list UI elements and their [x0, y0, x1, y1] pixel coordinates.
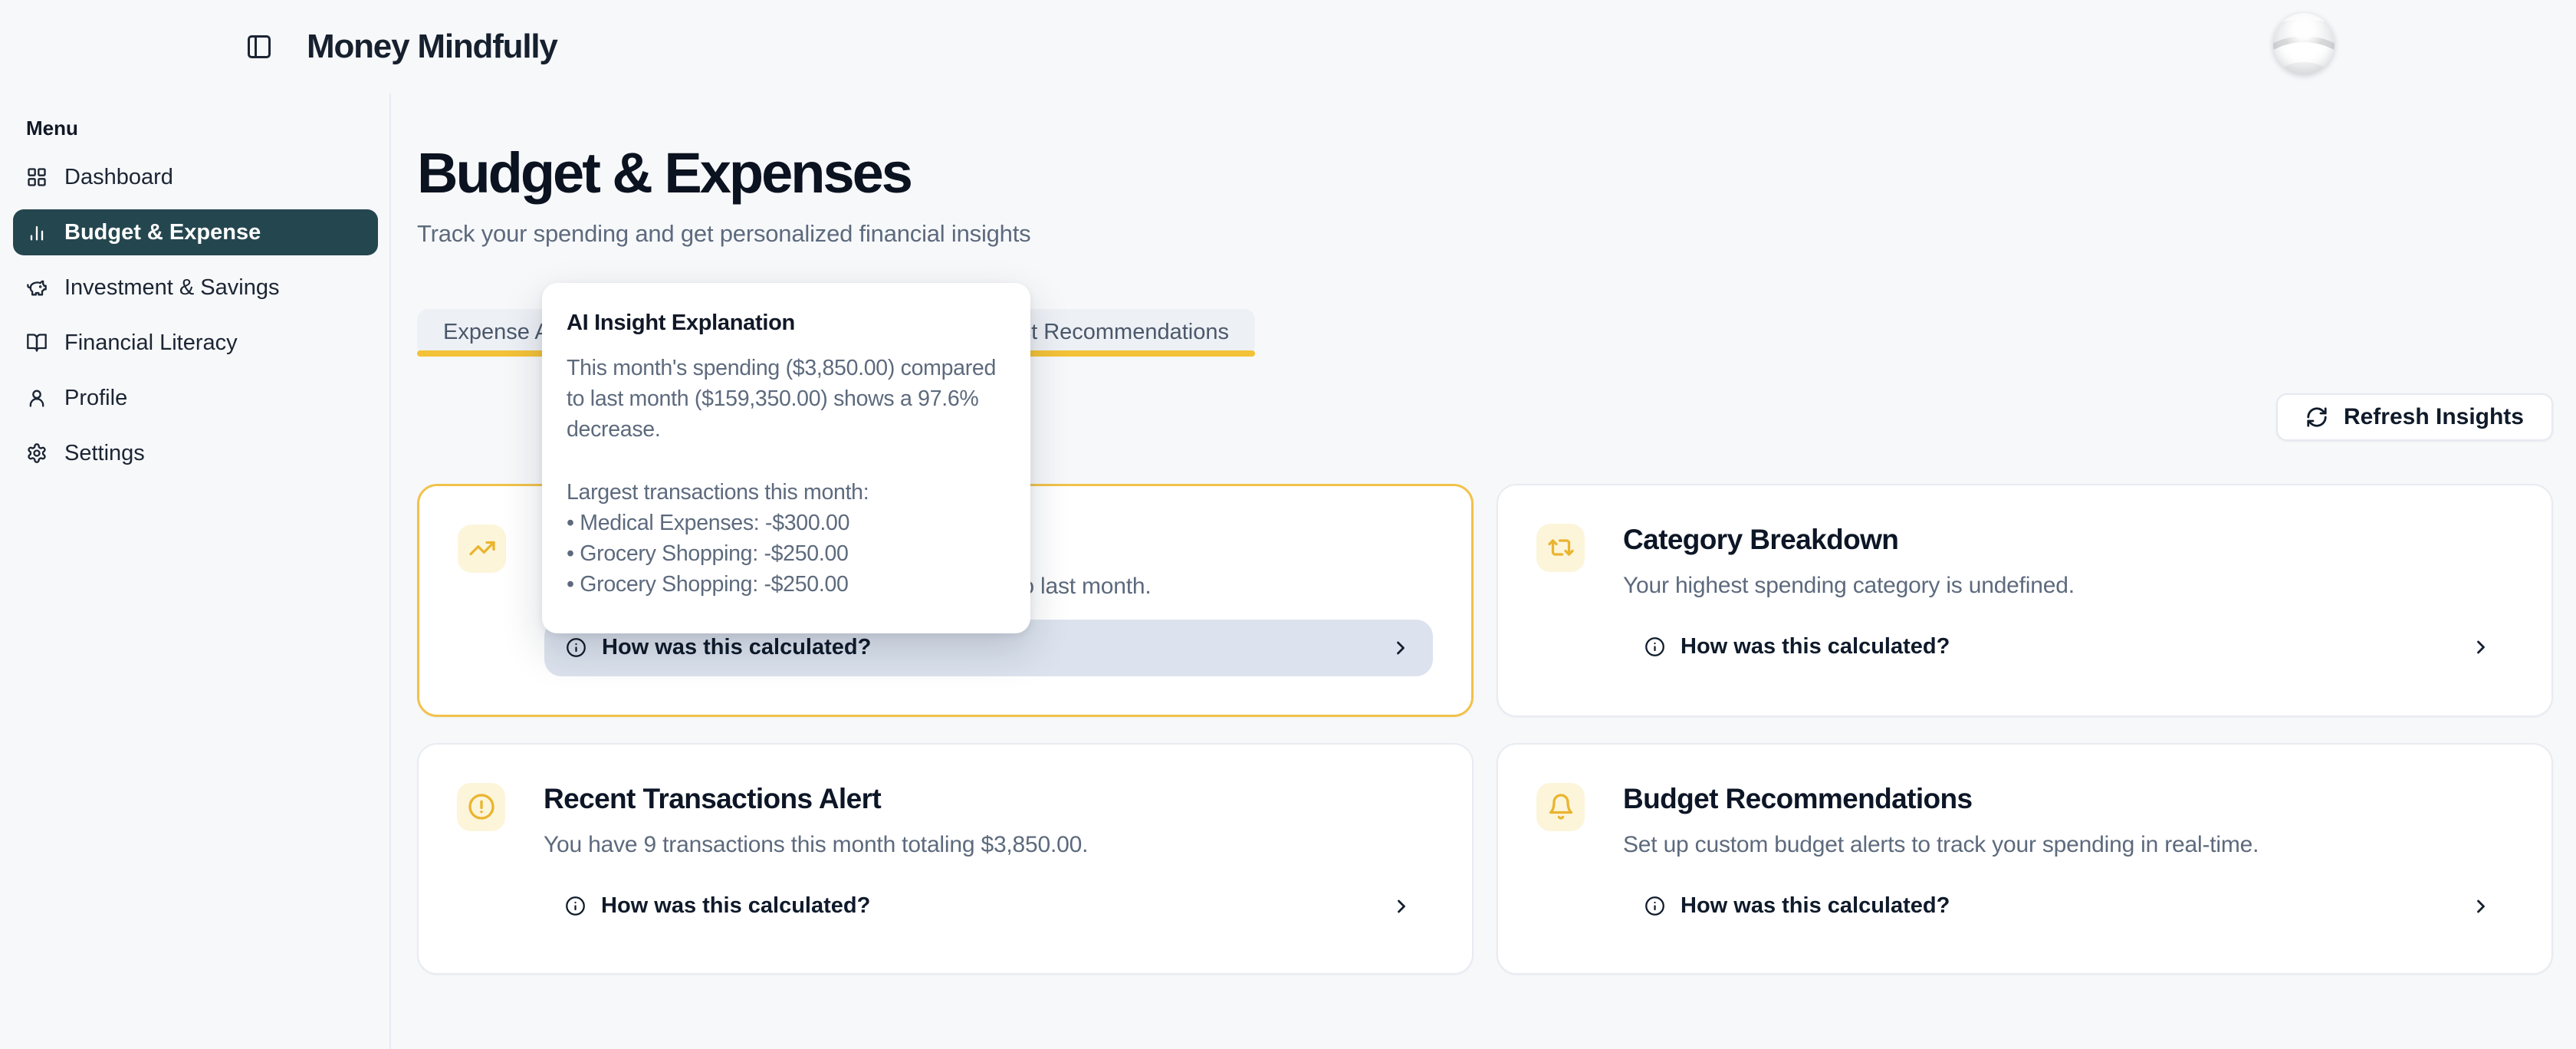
sidebar-nav: Dashboard Budget & Expense Investment & …: [0, 154, 389, 476]
info-icon: [566, 637, 586, 658]
sidebar-item-investment-savings[interactable]: Investment & Savings: [13, 265, 378, 311]
refresh-insights-label: Refresh Insights: [2344, 404, 2524, 430]
sidebar-item-label: Profile: [64, 386, 127, 411]
piggy-bank-icon: [26, 277, 48, 298]
sidebar-menu-label: Menu: [26, 117, 389, 140]
how-calculated-link[interactable]: How was this calculated?: [544, 878, 1434, 935]
repeat-icon: [1536, 524, 1585, 572]
sidebar-item-label: Budget & Expense: [64, 220, 261, 245]
card-recent-transactions-alert: Recent Transactions Alert You have 9 tra…: [417, 743, 1474, 975]
refresh-insights-button[interactable]: Refresh Insights: [2276, 393, 2553, 441]
card-content: Budget Recommendations Set up custom bud…: [1623, 783, 2513, 935]
ai-insight-transactions-heading: Largest transactions this month:: [567, 477, 1006, 508]
card-title: Category Breakdown: [1623, 524, 2513, 559]
how-calculated-label: How was this calculated?: [602, 635, 871, 660]
sidebar-item-settings[interactable]: Settings: [13, 430, 378, 476]
card-title: Budget Recommendations: [1623, 783, 2513, 818]
sidebar-item-profile[interactable]: Profile: [13, 375, 378, 421]
card-body: You have 9 transactions this month total…: [544, 832, 1434, 858]
book-open-icon: [26, 332, 48, 354]
card-budget-recommendations: Budget Recommendations Set up custom bud…: [1497, 743, 2553, 975]
chevron-right-icon: [2470, 636, 2492, 658]
card-body: Your highest spending category is undefi…: [1623, 573, 2513, 599]
card-content: Recent Transactions Alert You have 9 tra…: [544, 783, 1434, 935]
page-subtitle: Track your spending and get personalized…: [417, 220, 2553, 248]
sidebar-item-label: Settings: [64, 441, 145, 466]
sidebar-item-label: Investment & Savings: [64, 275, 279, 301]
chevron-right-icon: [1391, 896, 1412, 917]
ai-insight-popover: AI Insight Explanation This month's spen…: [542, 283, 1030, 633]
avatar[interactable]: [2273, 13, 2334, 74]
ai-insight-transaction-item: • Medical Expenses: -$300.00: [567, 508, 1006, 538]
sidebar: Menu Dashboard Budget & Expense: [0, 94, 391, 1049]
sidebar-item-financial-literacy[interactable]: Financial Literacy: [13, 320, 378, 366]
how-calculated-link[interactable]: How was this calculated?: [1623, 619, 2513, 676]
gear-icon: [26, 442, 48, 464]
ai-insight-popover-title: AI Insight Explanation: [567, 311, 1006, 336]
alert-circle-icon: [457, 783, 505, 831]
refresh-icon: [2305, 406, 2328, 429]
how-calculated-label: How was this calculated?: [1681, 893, 1950, 919]
bell-icon: [1536, 783, 1585, 831]
card-category-breakdown: Category Breakdown Your highest spending…: [1497, 484, 2553, 717]
sidebar-item-dashboard[interactable]: Dashboard: [13, 154, 378, 200]
app-title: Money Mindfully: [307, 28, 557, 66]
ai-insight-summary: This month's spending ($3,850.00) compar…: [567, 353, 1006, 445]
chevron-right-icon: [2470, 896, 2492, 917]
info-icon: [565, 896, 586, 916]
card-title: Recent Transactions Alert: [544, 783, 1434, 818]
ai-insight-transaction-item: • Grocery Shopping: -$250.00: [567, 538, 1006, 569]
user-icon: [26, 387, 48, 409]
panel-left-icon: [245, 33, 273, 61]
sidebar-toggle-button[interactable]: [245, 33, 273, 61]
how-calculated-label: How was this calculated?: [1681, 634, 1950, 659]
layout-grid-icon: [26, 166, 48, 188]
sidebar-item-label: Dashboard: [64, 165, 173, 190]
page-title: Budget & Expenses: [417, 144, 2553, 203]
card-content: Category Breakdown Your highest spending…: [1623, 524, 2513, 677]
app-header: Money Mindfully: [0, 0, 2576, 94]
how-calculated-link[interactable]: How was this calculated?: [1623, 878, 2513, 935]
trending-up-icon: [458, 524, 506, 573]
sidebar-item-label: Financial Literacy: [64, 330, 238, 356]
info-icon: [1644, 636, 1665, 657]
bar-chart-icon: [26, 222, 48, 243]
sidebar-item-budget-expense[interactable]: Budget & Expense: [13, 209, 378, 255]
info-icon: [1644, 896, 1665, 916]
how-calculated-label: How was this calculated?: [601, 893, 870, 919]
ai-insight-transaction-item: • Grocery Shopping: -$250.00: [567, 569, 1006, 600]
chevron-right-icon: [1390, 637, 1411, 659]
card-body: Set up custom budget alerts to track you…: [1623, 832, 2513, 858]
